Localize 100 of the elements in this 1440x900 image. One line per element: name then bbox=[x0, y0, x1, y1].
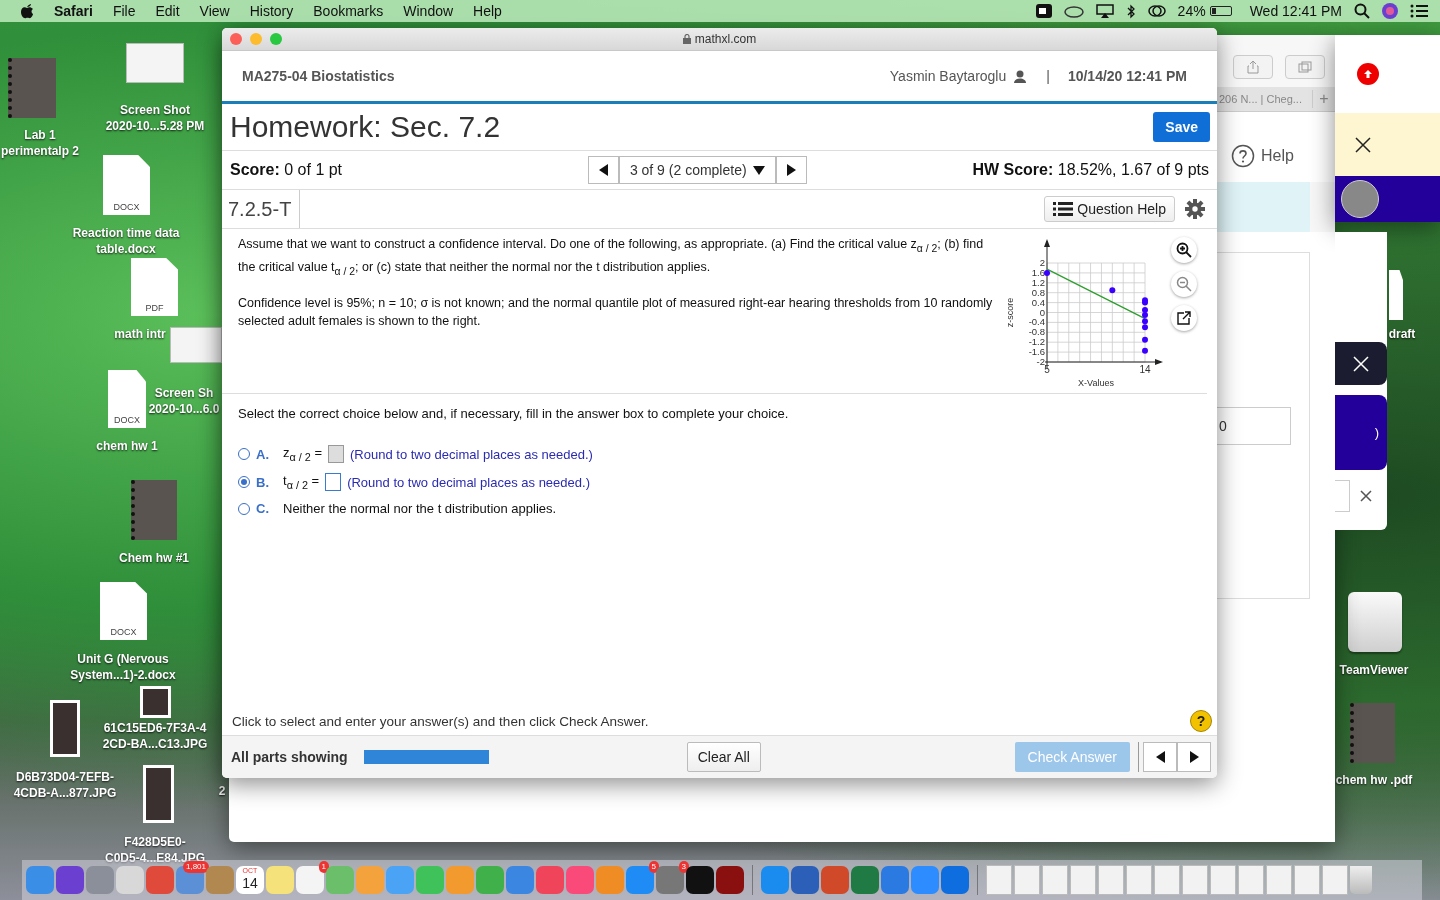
document-thumbnail[interactable] bbox=[1070, 865, 1096, 895]
photo-placeholder[interactable] bbox=[50, 700, 80, 757]
y-tick-label: 2 bbox=[1039, 257, 1045, 268]
file-name[interactable]: Chem hw #1 bbox=[119, 550, 189, 566]
document-thumbnail[interactable] bbox=[1322, 865, 1348, 895]
question-help-button[interactable]: Question Help bbox=[1044, 196, 1175, 222]
document-thumbnail[interactable] bbox=[1154, 865, 1180, 895]
menu-item[interactable]: Window bbox=[393, 3, 464, 19]
menu-item[interactable]: Edit bbox=[145, 3, 190, 19]
separator-text: | bbox=[1046, 68, 1050, 84]
airplay-icon[interactable] bbox=[1095, 4, 1114, 18]
document-icon[interactable]: DOCX bbox=[103, 155, 150, 215]
clock[interactable]: Wed 12:41 PM bbox=[1249, 3, 1342, 19]
menu-item[interactable]: Help bbox=[463, 3, 512, 19]
menu-item[interactable]: History bbox=[239, 3, 304, 19]
y-tick-label: -0.8 bbox=[1028, 326, 1045, 338]
clear-all-button[interactable]: Clear All bbox=[686, 742, 761, 772]
document-thumbnail[interactable] bbox=[1126, 865, 1152, 895]
scatter-point bbox=[1044, 269, 1050, 276]
scatter-point bbox=[1142, 336, 1148, 343]
file-type-label: DOCX bbox=[110, 627, 137, 639]
notebook-icon[interactable] bbox=[8, 58, 56, 118]
file-name[interactable]: Unit G (Nervous System...1)-2.docx bbox=[70, 651, 176, 683]
photo-placeholder[interactable] bbox=[143, 765, 174, 823]
input-field[interactable] bbox=[1335, 480, 1350, 512]
question-text: Confidence level is 95%; n = 10; σ is not known; and the normal quantile plot of measured right-ear hearing thresholds from 10 randomly selected adult females is shown to the right. bbox=[238, 295, 994, 330]
list-icon[interactable] bbox=[1410, 4, 1428, 18]
question-dropdown[interactable]: 3 of 9 (2 complete) bbox=[618, 156, 776, 184]
close-icon[interactable] bbox=[1360, 490, 1372, 502]
menu-item[interactable]: Safari bbox=[44, 3, 103, 19]
drive-icon[interactable] bbox=[1348, 592, 1402, 652]
document-thumbnail[interactable] bbox=[1182, 865, 1208, 895]
zoom-in-icon[interactable] bbox=[1171, 237, 1197, 263]
external-link-icon[interactable] bbox=[1171, 305, 1197, 331]
document-icon[interactable]: DOCX bbox=[108, 370, 146, 428]
app-icon[interactable] bbox=[686, 866, 714, 894]
document-thumbnail[interactable] bbox=[1042, 865, 1068, 895]
right-triangle-icon bbox=[786, 164, 796, 176]
photo-placeholder[interactable] bbox=[140, 686, 171, 718]
link-icon[interactable] bbox=[1147, 4, 1166, 18]
document-icon[interactable]: DOCX bbox=[100, 582, 147, 640]
bluetooth-icon[interactable] bbox=[1125, 3, 1136, 19]
file-name[interactable]: D6B73D04-7EFB- 4CDB-A...877.JPG bbox=[13, 769, 117, 801]
close-icon[interactable] bbox=[1355, 136, 1371, 153]
document-thumbnail[interactable] bbox=[1014, 865, 1040, 895]
tabs-button[interactable] bbox=[1285, 55, 1325, 79]
address-bar[interactable]: mathxl.com bbox=[694, 32, 757, 46]
file-name[interactable]: 61C15ED6-7F3A-4 2CD-BA...C13.JPG bbox=[102, 720, 208, 752]
x-tick-label: 14 bbox=[1139, 364, 1151, 375]
x-tick-label: 5 bbox=[1044, 364, 1050, 375]
minimize-button[interactable] bbox=[250, 33, 262, 45]
avatar[interactable] bbox=[1341, 180, 1379, 218]
screenshot-thumbnail[interactable] bbox=[170, 327, 222, 363]
camera-icon[interactable] bbox=[1035, 4, 1052, 18]
document-thumbnail[interactable] bbox=[1266, 865, 1292, 895]
search-icon[interactable] bbox=[1354, 3, 1370, 19]
file-name[interactable]: draft bbox=[1388, 326, 1416, 342]
save-button[interactable]: Save bbox=[1153, 112, 1210, 142]
screenshot-thumbnail[interactable] bbox=[126, 43, 184, 83]
menu-item[interactable]: View bbox=[189, 3, 240, 19]
question-text: Assume that we want to construct a confidence interval. Do one of the following, as appropriate. (a) Find the critical value z$_{α / 2}$; (b) find the critical value t$_{α / 2}$; or (c) state that neither the normal nor the t distribution applies. bbox=[238, 236, 985, 278]
document-thumbnail[interactable] bbox=[1294, 865, 1320, 895]
document-thumbnail[interactable] bbox=[1238, 865, 1264, 895]
notebook-icon[interactable] bbox=[131, 480, 177, 540]
answer-box[interactable] bbox=[325, 473, 342, 491]
tabs-icon bbox=[1298, 61, 1312, 73]
zoom-out-icon[interactable] bbox=[1171, 271, 1197, 297]
next-button[interactable] bbox=[775, 156, 807, 184]
document-thumbnail[interactable] bbox=[1098, 865, 1124, 895]
file-name[interactable]: chem hw .pdf bbox=[1335, 772, 1413, 788]
zoom-button[interactable] bbox=[270, 33, 282, 45]
file-name[interactable]: TeamViewer bbox=[1339, 662, 1409, 678]
file-name[interactable]: 2 bbox=[218, 783, 226, 799]
y-tick-label: -1.6 bbox=[1028, 346, 1045, 358]
document-icon[interactable] bbox=[1389, 270, 1403, 320]
app-icon[interactable] bbox=[296, 866, 324, 894]
menu-item[interactable]: Bookmarks bbox=[303, 3, 394, 19]
previous-button[interactable] bbox=[587, 156, 619, 184]
share-button[interactable] bbox=[1233, 55, 1273, 79]
menu-item[interactable]: File bbox=[102, 3, 146, 19]
siri-icon[interactable] bbox=[1382, 3, 1398, 19]
help-button[interactable]: ? bbox=[1190, 710, 1212, 732]
trash-icon[interactable] bbox=[1350, 866, 1372, 894]
battery-icon[interactable] bbox=[1209, 6, 1232, 16]
app-icon[interactable] bbox=[716, 866, 744, 894]
document-thumbnail[interactable] bbox=[1210, 865, 1236, 895]
scatter-point bbox=[1109, 287, 1116, 294]
y-tick-label: -1.2 bbox=[1028, 336, 1045, 348]
document-thumbnail[interactable] bbox=[986, 865, 1012, 895]
y-axis-title: z-score bbox=[1005, 297, 1015, 328]
close-button[interactable] bbox=[230, 33, 242, 45]
help-link[interactable]: Help bbox=[1217, 112, 1335, 182]
settings-icon[interactable] bbox=[1185, 199, 1205, 219]
previous-button[interactable] bbox=[1143, 742, 1177, 772]
upload-icon[interactable] bbox=[1357, 63, 1379, 85]
apple-logo-icon[interactable] bbox=[20, 3, 34, 19]
document-icon[interactable]: PDF bbox=[131, 258, 178, 316]
notebook-icon[interactable] bbox=[1350, 703, 1395, 763]
left-triangle-icon bbox=[1155, 751, 1165, 763]
next-button[interactable] bbox=[1177, 742, 1211, 772]
